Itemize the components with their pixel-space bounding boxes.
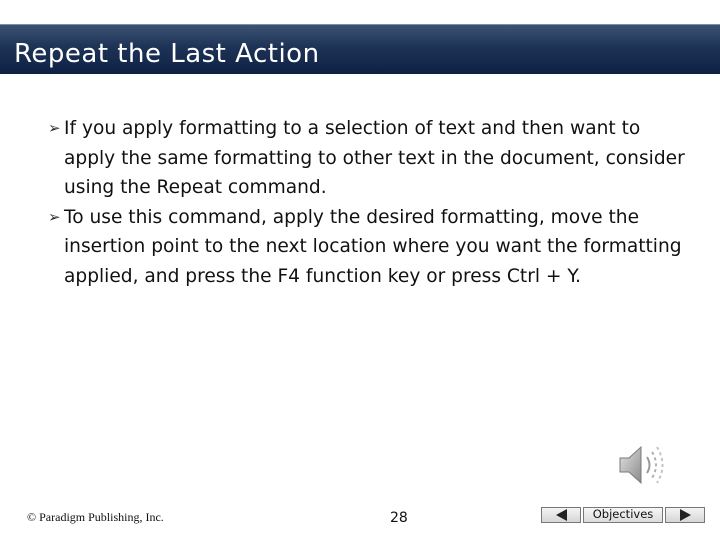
bullet-item-2: ➢ To use this command, apply the desired… xyxy=(48,203,690,292)
back-button[interactable] xyxy=(541,507,581,523)
next-button[interactable] xyxy=(665,507,705,523)
speaker-icon[interactable] xyxy=(615,440,667,490)
bullet-text-1: If you apply formatting to a selection o… xyxy=(64,118,685,198)
triangle-left-icon xyxy=(555,509,567,521)
slide-navigation: Objectives xyxy=(541,507,705,525)
objectives-button[interactable]: Objectives xyxy=(583,507,663,523)
title-bar: Repeat the Last Action xyxy=(0,24,720,74)
bullet-text-2: To use this command, apply the desired f… xyxy=(64,206,682,287)
bullet-list: ➢ If you apply formatting to a selection… xyxy=(48,114,690,292)
arrow-bullet-icon: ➢ xyxy=(48,119,61,137)
slide-title: Repeat the Last Action xyxy=(14,39,320,69)
copyright-text: © Paradigm Publishing, Inc. xyxy=(27,510,164,524)
bullet-item-1: ➢ If you apply formatting to a selection… xyxy=(48,114,690,203)
page-number: 28 xyxy=(390,510,408,526)
triangle-right-icon xyxy=(679,509,691,521)
arrow-bullet-icon: ➢ xyxy=(48,207,61,226)
